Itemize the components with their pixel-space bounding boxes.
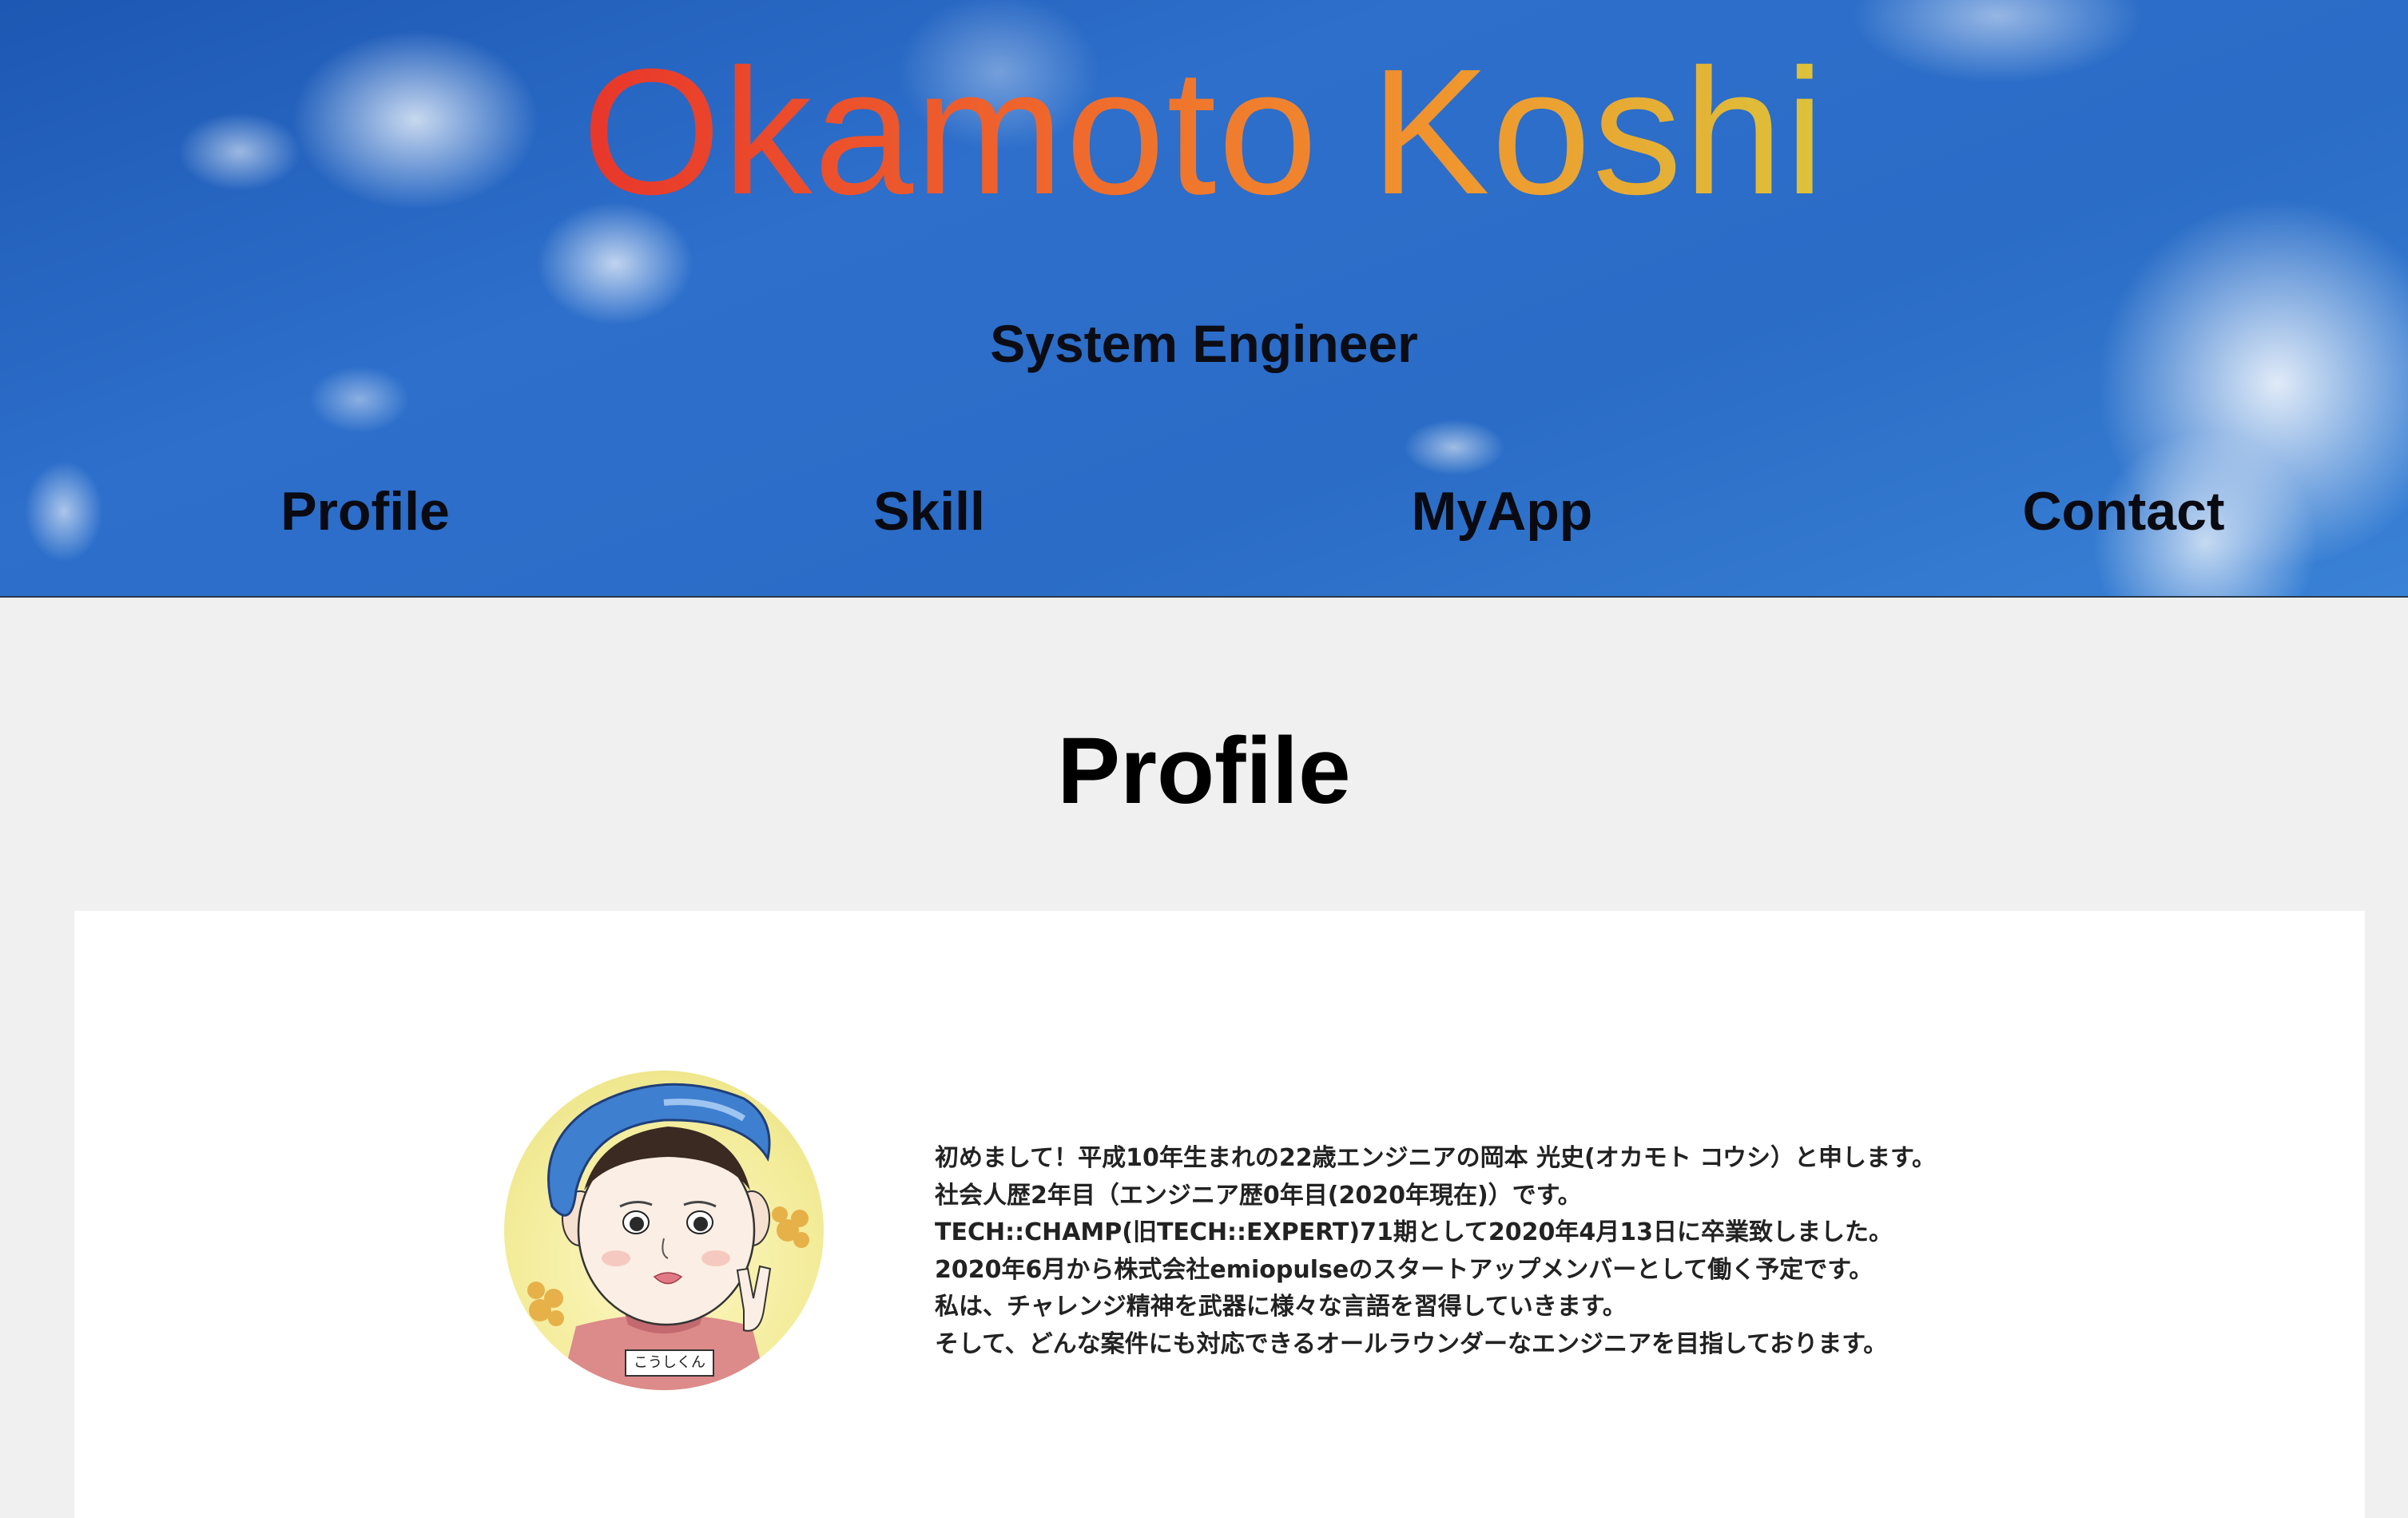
avatar-badge-text: こうしくん <box>634 1354 705 1371</box>
header-hero: Okamoto Koshi System Engineer Profile Sk… <box>0 0 2408 598</box>
nav-link-contact[interactable]: Contact <box>2022 479 2224 543</box>
bio-line: 私は、チャレンジ精神を武器に様々な言語を習得していきます。 <box>935 1293 1627 1321</box>
bio-line: 初めまして！平成10年生まれの22歳エンジニアの岡本 光史(オカモト コウシ）と… <box>935 1144 1936 1172</box>
avatar-illustration <box>527 1083 809 1390</box>
site-subtitle: System Engineer <box>990 314 1418 373</box>
site-title: Okamoto Koshi <box>0 32 2408 232</box>
profile-card: こうしくん 初めまして！平成10年生まれの22歳エンジニアの岡本 光史(オカモト… <box>74 911 2365 1518</box>
bio-line: 2020年6月から株式会社emiopulseのスタートアップメンバーとして働く予… <box>935 1255 1874 1284</box>
bio-line: TECH::CHAMP(旧TECH::EXPERT)71期として2020年4月1… <box>935 1218 1893 1246</box>
bio-text: 初めまして！平成10年生まれの22歳エンジニアの岡本 光史(オカモト コウシ）と… <box>935 1140 2213 1363</box>
main-nav: Profile Skill MyApp Contact <box>0 479 2408 543</box>
nav-link-skill[interactable]: Skill <box>873 479 985 543</box>
bio-line: 社会人歴2年目（エンジニア歴0年目(2020年現在)）です。 <box>935 1181 1582 1210</box>
bio-line: そして、どんな案件にも対応できるオールラウンダーなエンジニアを目指しております。 <box>935 1329 1888 1358</box>
site-title-text: Okamoto Koshi <box>582 32 1826 232</box>
nav-link-myapp[interactable]: MyApp <box>1412 479 1593 543</box>
nav-link-profile[interactable]: Profile <box>280 479 450 543</box>
profile-heading: Profile <box>1057 718 1351 824</box>
avatar: こうしくん <box>504 1071 824 1390</box>
